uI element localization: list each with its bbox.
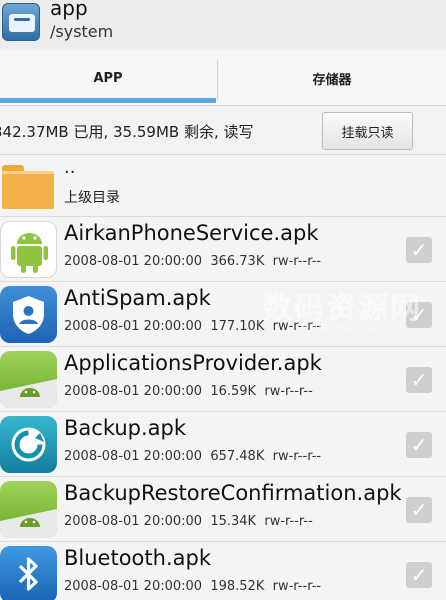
page-title: app	[50, 0, 88, 20]
backup-refresh-icon	[0, 416, 57, 473]
file-name: AntiSpam.apk	[64, 286, 211, 310]
file-date: 2008-08-01 20:00:00	[64, 254, 203, 269]
file-list: .. 上级目录 AirkanPhoneService.apk 2008-08-0…	[0, 154, 446, 600]
file-name: AirkanPhoneService.apk	[64, 221, 319, 245]
file-row[interactable]: BackupRestoreConfirmation.apk 2008-08-01…	[0, 476, 446, 541]
file-date: 2008-08-01 20:00:00	[64, 449, 203, 464]
file-size: 198.52K	[210, 579, 265, 594]
select-checkbox[interactable]: ✓	[406, 432, 432, 458]
active-tab-indicator	[0, 98, 216, 103]
select-checkbox[interactable]: ✓	[406, 367, 432, 393]
file-permissions: rw-r--r--	[272, 254, 322, 269]
file-size: 16.59K	[210, 384, 257, 399]
file-meta: 2008-08-01 20:00:00 16.59K rw-r--r--	[64, 384, 313, 399]
file-permissions: rw-r--r--	[272, 449, 322, 464]
file-name: Backup.apk	[64, 416, 187, 440]
android-robot-icon	[0, 221, 57, 278]
file-permissions: rw-r--r--	[264, 384, 313, 399]
parent-directory-row[interactable]: .. 上级目录	[0, 154, 446, 219]
file-permissions: rw-r--r--	[264, 514, 313, 529]
file-name: BackupRestoreConfirmation.apk	[64, 481, 402, 505]
file-row[interactable]: Bluetooth.apk 2008-08-01 20:00:00 198.52…	[0, 541, 446, 600]
select-checkbox[interactable]: ✓	[406, 237, 432, 263]
folder-icon	[2, 165, 54, 209]
file-row[interactable]: AirkanPhoneService.apk 2008-08-01 20:00:…	[0, 216, 446, 281]
file-row[interactable]: ApplicationsProvider.apk 2008-08-01 20:0…	[0, 346, 446, 411]
file-name: ApplicationsProvider.apk	[64, 351, 322, 375]
file-date: 2008-08-01 20:00:00	[64, 579, 203, 594]
file-meta: 2008-08-01 20:00:00 198.52K rw-r--r--	[64, 579, 321, 594]
title-bar: app /system	[0, 0, 446, 48]
android-green-icon	[0, 351, 57, 408]
file-size: 366.73K	[210, 254, 265, 269]
file-size: 657.48K	[210, 449, 265, 464]
select-checkbox[interactable]: ✓	[406, 562, 432, 588]
file-permissions: rw-r--r--	[272, 579, 322, 594]
file-size: 177.10K	[210, 319, 265, 334]
tab-storage[interactable]: 存储器	[218, 50, 446, 106]
file-size: 15.34K	[210, 514, 257, 529]
file-meta: 2008-08-01 20:00:00 15.34K rw-r--r--	[64, 514, 313, 529]
shield-user-icon	[0, 286, 57, 343]
file-date: 2008-08-01 20:00:00	[64, 514, 203, 529]
file-date: 2008-08-01 20:00:00	[64, 384, 203, 399]
mount-readonly-button[interactable]: 挂载只读	[322, 112, 413, 150]
android-green-icon	[0, 481, 57, 538]
select-checkbox[interactable]: ✓	[406, 497, 432, 523]
bluetooth-icon	[0, 546, 57, 600]
file-manager-app-icon	[2, 3, 40, 41]
file-meta: 2008-08-01 20:00:00 657.48K rw-r--r--	[64, 449, 321, 464]
watermark-url: www.smzy.com	[300, 320, 384, 333]
file-row[interactable]: Backup.apk 2008-08-01 20:00:00 657.48K r…	[0, 411, 446, 476]
file-meta: 2008-08-01 20:00:00 366.73K rw-r--r--	[64, 254, 321, 269]
storage-usage-text: 342.37MB 已用, 35.59MB 剩余, 读写	[0, 123, 254, 141]
file-name: Bluetooth.apk	[64, 546, 211, 570]
parent-dots: ..	[64, 157, 76, 178]
current-path: /system	[50, 22, 114, 41]
parent-directory-label: 上级目录	[64, 190, 120, 206]
file-date: 2008-08-01 20:00:00	[64, 319, 203, 334]
